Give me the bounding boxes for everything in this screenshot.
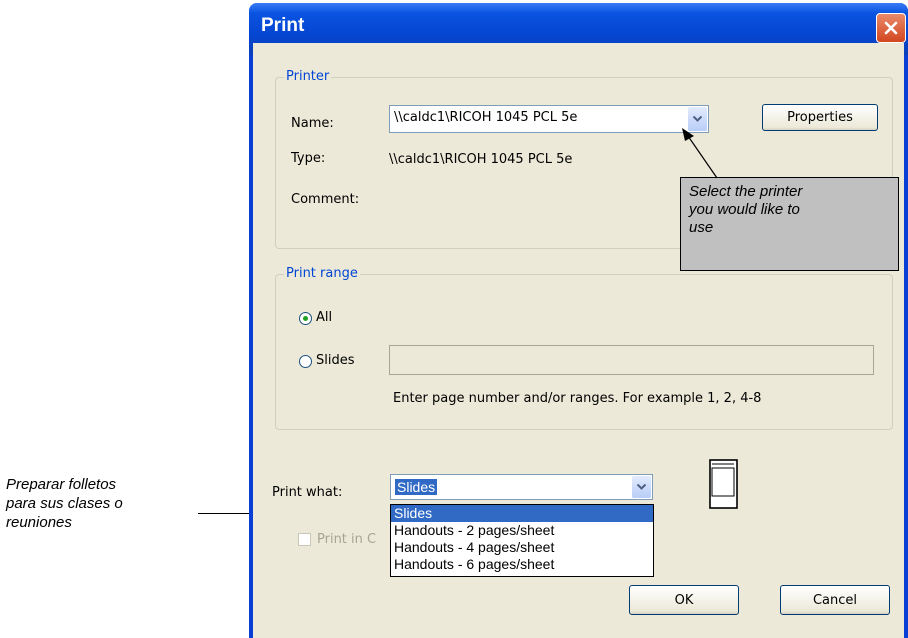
close-button[interactable] — [876, 13, 906, 43]
left-annotation-line-1: Preparar folletos — [6, 476, 117, 493]
callout-line-2: you would like to — [689, 201, 800, 218]
all-radio[interactable] — [299, 312, 312, 325]
callout-arrow-icon — [682, 128, 718, 179]
print-in-color-checkbox[interactable] — [298, 533, 311, 546]
dropdown-option-handouts-4[interactable]: Handouts - 4 pages/sheet — [391, 539, 653, 556]
left-annotation-line-3: reuniones — [6, 514, 72, 531]
range-hint: Enter page number and/or ranges. For exa… — [393, 391, 762, 406]
dialog-client-area: Printer Name: \\caldc1\RICOH 1045 PCL 5e… — [253, 43, 904, 638]
print-what-label: Print what: — [272, 485, 343, 500]
type-value: \\caldc1\RICOH 1045 PCL 5e — [389, 152, 573, 167]
type-label: Type: — [291, 151, 326, 166]
radio-selected-dot — [303, 316, 308, 321]
ok-button[interactable]: OK — [629, 585, 739, 615]
printer-name-value: \\caldc1\RICOH 1045 PCL 5e — [394, 110, 578, 125]
print-what-dropdown-list: Slides Handouts - 2 pages/sheet Handouts… — [390, 504, 654, 577]
dropdown-option-handouts-2[interactable]: Handouts - 2 pages/sheet — [391, 522, 653, 539]
callout-line-1: Select the printer — [689, 183, 803, 200]
comment-label: Comment: — [291, 192, 360, 207]
page-preview-icon — [709, 459, 738, 509]
print-range-group-label: Print range — [284, 266, 360, 281]
chevron-down-icon — [636, 483, 647, 490]
close-x-icon — [884, 21, 898, 35]
slides-range-input[interactable] — [389, 345, 874, 375]
print-dialog: Print Printer Name: \\caldc1\RICOH 1045 … — [249, 3, 908, 638]
printer-name-select[interactable]: \\caldc1\RICOH 1045 PCL 5e — [389, 105, 709, 133]
printer-callout: Select the printer you would like to use — [680, 177, 899, 271]
print-what-select[interactable]: Slides — [390, 474, 653, 500]
left-annotation-line-2: para sus clases o — [6, 495, 123, 512]
print-what-dropdown-button[interactable] — [632, 476, 651, 498]
slides-radio[interactable] — [299, 355, 312, 368]
window-title: Print — [261, 15, 305, 36]
print-what-value: Slides — [395, 479, 438, 495]
name-label: Name: — [291, 116, 334, 131]
dropdown-option-slides[interactable]: Slides — [391, 505, 653, 522]
left-annotation: Preparar folletos para sus clases o reun… — [6, 475, 206, 532]
properties-button[interactable]: Properties — [762, 104, 878, 131]
slides-radio-label[interactable]: Slides — [316, 353, 355, 368]
callout-line-3: use — [689, 219, 714, 236]
printer-group-label: Printer — [284, 69, 332, 84]
chevron-down-icon — [692, 115, 703, 122]
print-in-color-label[interactable]: Print in C — [317, 532, 376, 547]
all-radio-label[interactable]: All — [316, 310, 332, 325]
cancel-button[interactable]: Cancel — [780, 585, 890, 615]
dropdown-option-handouts-6[interactable]: Handouts - 6 pages/sheet — [391, 556, 653, 573]
